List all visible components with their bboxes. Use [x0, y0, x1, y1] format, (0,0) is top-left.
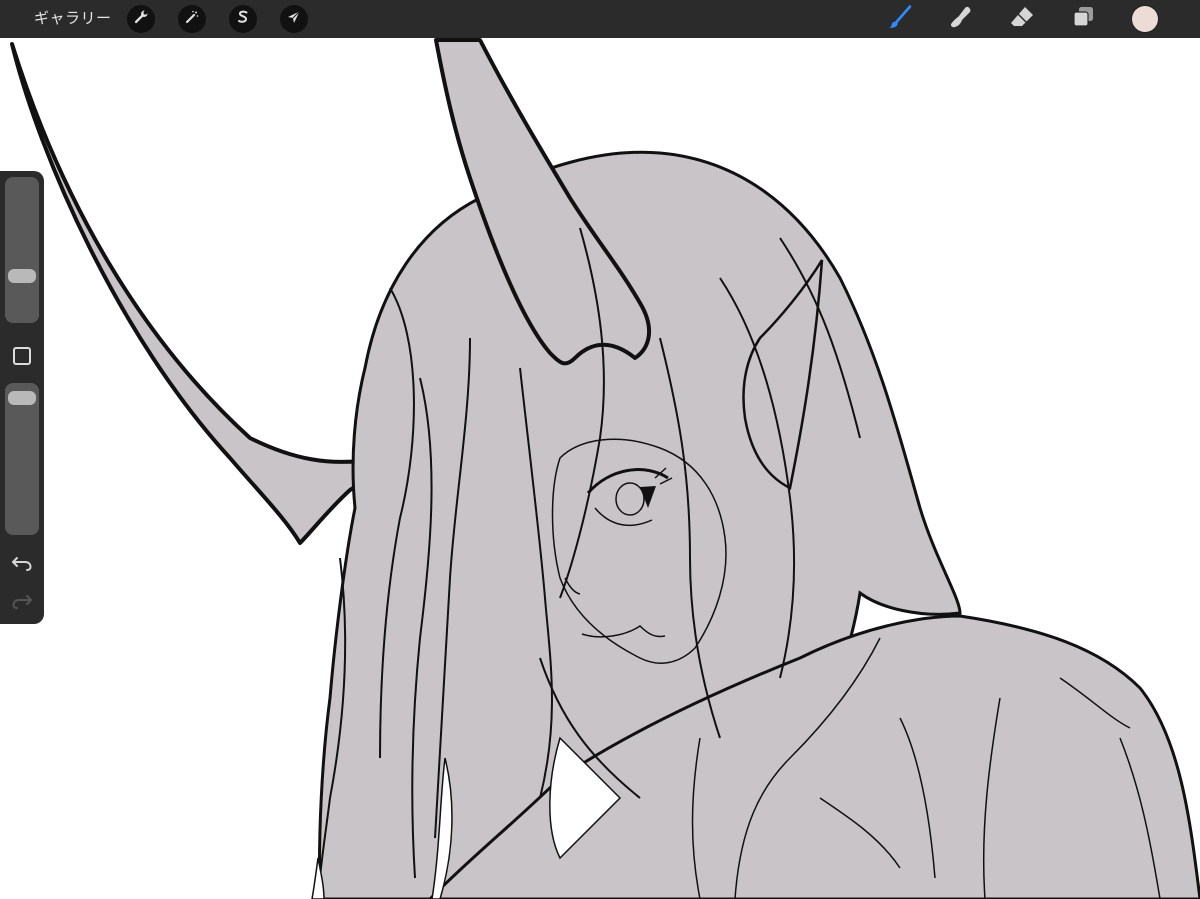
brush-size-slider[interactable] — [5, 177, 39, 323]
transform-button[interactable] — [280, 5, 308, 33]
brush-size-handle[interactable] — [8, 269, 36, 283]
undo-arrow-icon — [11, 554, 33, 577]
adjustments-button[interactable] — [178, 5, 206, 33]
drawing-canvas[interactable] — [0, 38, 1200, 899]
brush-tool-button[interactable] — [885, 4, 915, 34]
eraser-tool-button[interactable] — [1007, 5, 1037, 33]
magic-wand-icon — [184, 9, 200, 30]
redo-arrow-icon — [11, 592, 33, 615]
color-picker-button[interactable] — [1132, 6, 1158, 32]
smudge-finger-icon — [947, 5, 973, 34]
opacity-handle[interactable] — [8, 391, 36, 405]
redo-button[interactable] — [10, 593, 34, 613]
layers-button[interactable] — [1068, 5, 1098, 33]
eraser-icon — [1009, 5, 1035, 34]
gallery-button[interactable]: ギャラリー — [34, 0, 112, 38]
undo-button[interactable] — [10, 555, 34, 575]
procreate-app: ギャラリー — [0, 0, 1200, 899]
actions-button[interactable] — [127, 5, 155, 33]
brush-icon — [887, 4, 913, 34]
square-modify-icon[interactable] — [13, 347, 31, 365]
opacity-slider[interactable] — [5, 383, 39, 535]
arrow-cursor-icon — [286, 9, 302, 30]
selection-s-icon — [235, 9, 251, 30]
top-toolbar: ギャラリー — [0, 0, 1200, 38]
left-sidebar — [0, 171, 44, 624]
smudge-tool-button[interactable] — [945, 5, 975, 33]
selection-button[interactable] — [229, 5, 257, 33]
layers-icon — [1070, 5, 1096, 34]
wrench-icon — [133, 9, 149, 30]
